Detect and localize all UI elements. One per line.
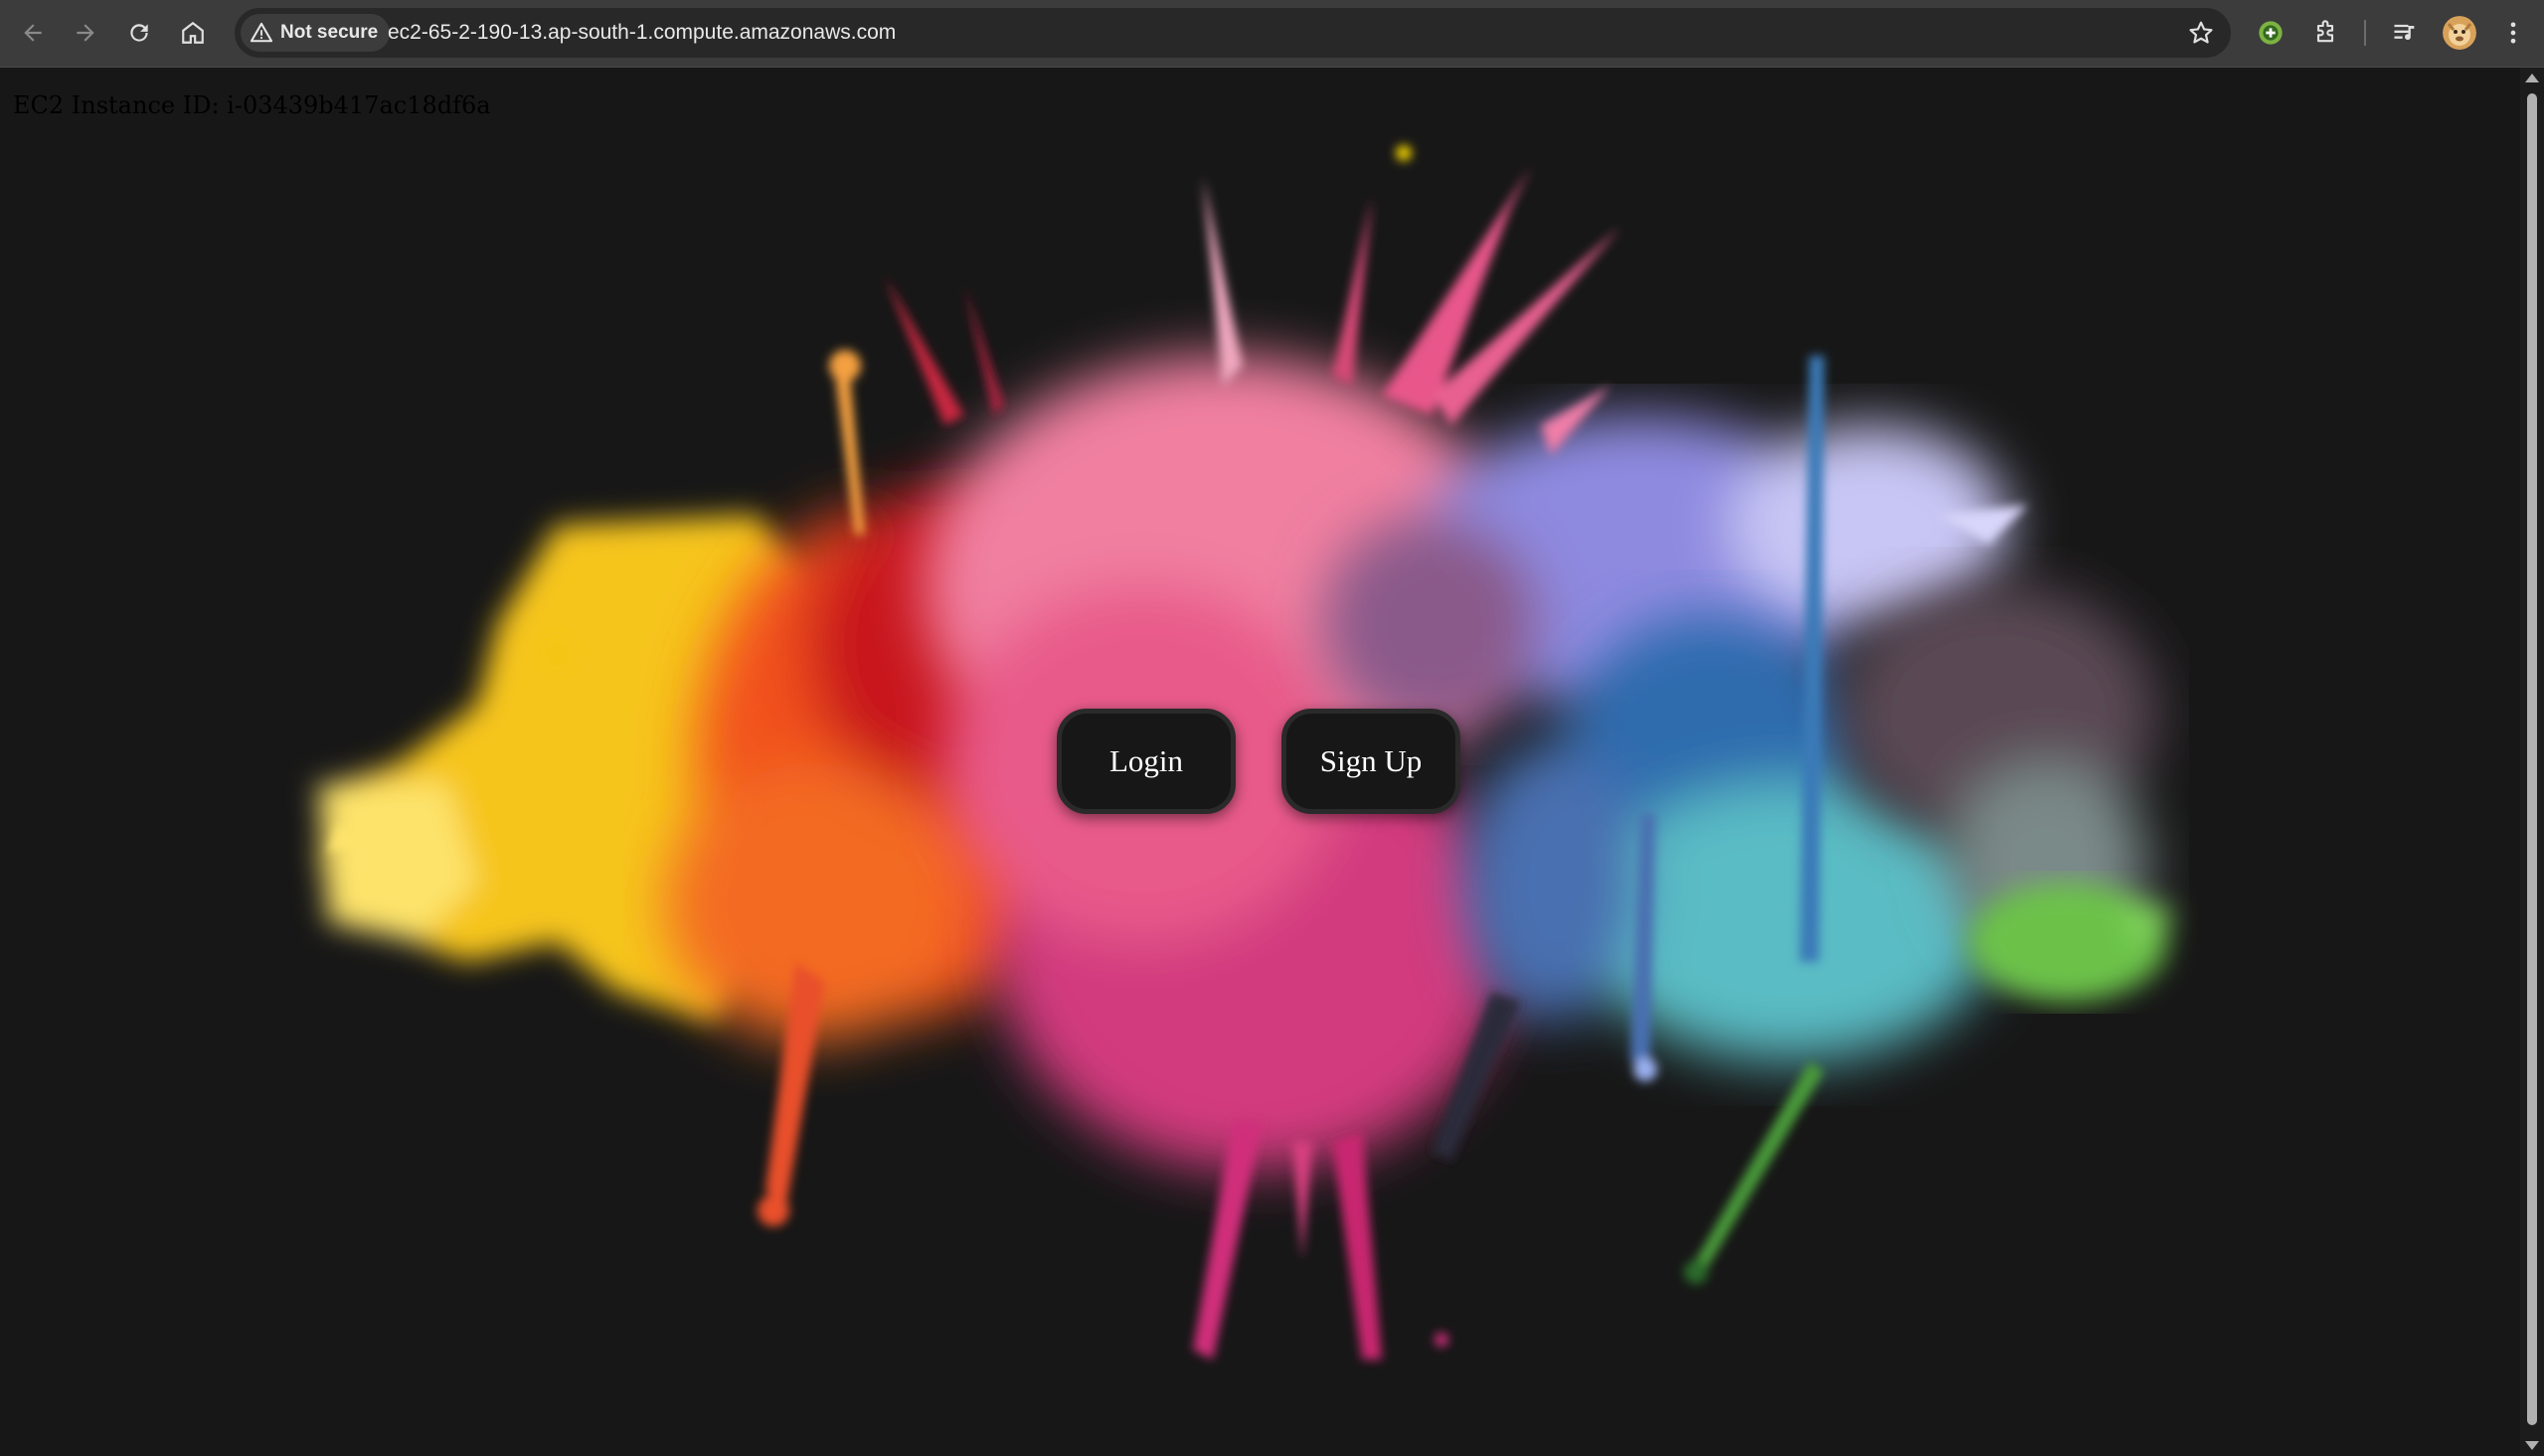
puzzle-icon	[2316, 20, 2334, 43]
page-scrollbar[interactable]	[2520, 68, 2544, 1456]
scroll-thumb[interactable]	[2527, 93, 2537, 1425]
reload-button[interactable]	[116, 10, 162, 56]
scroll-down-arrow-icon[interactable]	[2525, 1441, 2539, 1450]
warning-triangle-icon	[251, 22, 272, 43]
media-queue-icon	[2394, 24, 2415, 41]
browser-toolbar: Not secure ec2-65-2-190-13.ap-south-1.co…	[0, 0, 2544, 68]
auth-button-group: Login Sign Up	[1057, 709, 1460, 814]
page-content: EC2 Instance ID: i-03439b417ac18df6a Log…	[0, 68, 2520, 1456]
profile-avatar-icon	[2443, 16, 2476, 50]
browser-menu-button[interactable]	[2491, 11, 2535, 55]
back-button[interactable]	[10, 10, 56, 56]
media-control-button[interactable]	[2383, 11, 2427, 55]
toolbar-separator	[2364, 20, 2366, 46]
home-icon	[182, 21, 204, 44]
back-arrow-icon	[24, 24, 42, 42]
security-indicator[interactable]: Not secure	[241, 14, 391, 52]
extension-button[interactable]	[2249, 11, 2292, 55]
extension-plus-icon	[2259, 21, 2283, 45]
forward-arrow-icon	[77, 24, 94, 42]
star-icon	[2189, 21, 2213, 44]
instance-id-label: EC2 Instance ID: i-03439b417ac18df6a	[13, 91, 491, 119]
scroll-up-arrow-icon[interactable]	[2525, 74, 2539, 82]
home-button[interactable]	[170, 10, 216, 56]
profile-avatar[interactable]	[2443, 16, 2476, 50]
extensions-menu-button[interactable]	[2303, 11, 2347, 55]
forward-button[interactable]	[63, 10, 108, 56]
signup-button[interactable]: Sign Up	[1281, 709, 1460, 814]
kebab-menu-icon	[2510, 22, 2516, 44]
security-label: Not secure	[280, 22, 379, 43]
reload-icon	[130, 24, 148, 42]
bookmark-button[interactable]	[2181, 13, 2221, 53]
login-button[interactable]: Login	[1057, 709, 1236, 814]
url-text[interactable]: ec2-65-2-190-13.ap-south-1.compute.amazo…	[388, 8, 896, 58]
address-bar[interactable]: Not secure ec2-65-2-190-13.ap-south-1.co…	[235, 8, 2231, 58]
